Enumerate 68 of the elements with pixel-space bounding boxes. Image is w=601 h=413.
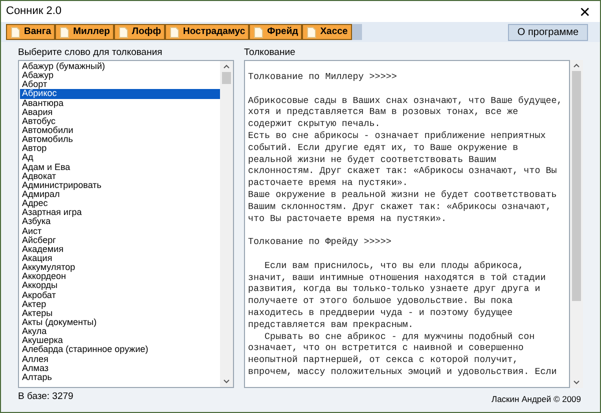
- word-list-item[interactable]: Авантюра: [20, 98, 220, 108]
- word-list-item[interactable]: Ад: [20, 153, 220, 163]
- word-list-item[interactable]: Абажур: [20, 71, 220, 80]
- dictionary-tab[interactable]: Ванга: [6, 24, 56, 40]
- word-list-item[interactable]: Аллея: [20, 354, 220, 364]
- scroll-up-icon[interactable]: [223, 64, 230, 69]
- document-icon: [254, 26, 264, 38]
- word-list-item[interactable]: Акробат: [20, 290, 220, 300]
- scroll-up-icon[interactable]: [573, 63, 580, 68]
- word-list-item[interactable]: Автомобиль: [20, 135, 220, 144]
- word-list-item[interactable]: Аккорды: [20, 281, 220, 291]
- document-icon: [11, 26, 20, 38]
- word-listbox[interactable]: [18, 60, 234, 388]
- record-count: В базе: 3279: [18, 390, 74, 404]
- interpretation-text-area[interactable]: [244, 60, 570, 388]
- word-list-item[interactable]: Аккумулятор: [20, 263, 220, 272]
- word-list-item[interactable]: Актер: [20, 300, 220, 309]
- word-list-item[interactable]: Алтарь: [20, 372, 220, 382]
- word-list-item[interactable]: Адам и Ева: [20, 162, 220, 172]
- word-list-item[interactable]: Аист: [20, 226, 220, 236]
- scrollbar[interactable]: [570, 60, 583, 388]
- interpretation-label: Толкование: [244, 47, 296, 59]
- word-list-item[interactable]: Азбука: [20, 217, 220, 227]
- interpretation-text: Если вам приснилось, что вы ели плоды абрикоса, значит, ваши интимные отношения находятся в той стадии развития, когда вы только-только узнаете друг друга и получаете от этого большое удовольствие. Вы пока находитесь в преддверии чуда - и поэтому будущее представляется вам прекрасным. Срывать во сне абрикос - для мужчины подобный сон означает, что он встретится с наивной и совершенно неопытной партнершей, от секса с которой получит, впрочем, массу положительных эмоций и удовольствия. Если: [248, 260, 558, 378]
- word-list-item[interactable]: Администрировать: [20, 180, 220, 190]
- list-label: Выберите слово для толкования: [18, 47, 164, 59]
- dictionary-tab[interactable]: Фрейд: [249, 24, 302, 40]
- word-list-item[interactable]: Автомобили: [20, 126, 220, 136]
- word-list-item[interactable]: Аборт: [20, 80, 220, 90]
- word-list-item[interactable]: Акты (документы): [20, 318, 220, 328]
- document-icon: [307, 26, 316, 38]
- word-list-item[interactable]: Алмаз: [20, 364, 220, 373]
- scroll-down-icon[interactable]: [223, 379, 230, 384]
- copyright-text: Ласкин Андрей © 2009: [492, 393, 581, 406]
- word-list-item[interactable]: Азартная игра: [20, 208, 220, 218]
- dictionary-tab[interactable]: Миллер: [55, 24, 114, 40]
- interpretation-text: Толкование по Миллеру >>>>>: [248, 71, 398, 83]
- word-list-item[interactable]: Авария: [20, 108, 220, 117]
- document-icon: [60, 26, 70, 38]
- scroll-thumb[interactable]: [222, 72, 231, 84]
- interpretation-text: Абрикосовые сады в Ваших снах означают, что Ваше будущее, хотя и представляется Вам в розовых тонах, все же содержит скрытую печаль. Есть во сне абрикосы - означает приближение неприятных событий. Если другие едят их, то Ваше окружение в реальной жизни не будет соответствовать Вашим склонностям. Друг скажет так: «Абрикосы означают, что Вы расточаете время на пустяки». Ваше окружение в реальной жизни не будет соответствовать Вашим склонностям. Друг скажет так: «Абрикосы означают, что Вы расточаете время на пустяки».: [248, 94, 564, 224]
- word-list-item[interactable]: Автор: [20, 144, 220, 154]
- word-list-item[interactable]: Адмирал: [20, 190, 220, 200]
- word-list-item[interactable]: Айсберг: [20, 236, 220, 245]
- word-list-item[interactable]: Академия: [20, 244, 220, 254]
- word-list-item[interactable]: Абажур (бумажный): [20, 62, 220, 72]
- word-list-item[interactable]: Алебарда (старинное оружие): [20, 345, 220, 354]
- word-list-item[interactable]: Автобус: [20, 116, 220, 126]
- dictionary-tab[interactable]: Хассе: [302, 24, 352, 40]
- word-list-item[interactable]: Адрес: [20, 199, 220, 208]
- interpretation-text: Толкование по Фрейду >>>>>: [248, 236, 392, 248]
- about-button[interactable]: О программе: [508, 24, 588, 40]
- document-icon: [118, 26, 128, 38]
- word-list-item[interactable]: Адвокат: [20, 172, 220, 181]
- dictionary-tab[interactable]: Лофф: [114, 24, 166, 40]
- word-list-item[interactable]: Актеры: [20, 308, 220, 318]
- word-list-item[interactable]: Акула: [20, 327, 220, 336]
- scroll-thumb[interactable]: [572, 71, 581, 301]
- word-list-item[interactable]: Акация: [20, 254, 220, 264]
- word-list-item[interactable]: Акушерка: [20, 336, 220, 346]
- dictionary-tab[interactable]: Нострадамус: [165, 24, 250, 40]
- window-title: Сонник 2.0: [6, 4, 62, 20]
- scrollbar[interactable]: [220, 61, 233, 387]
- document-icon: [170, 26, 180, 38]
- close-button[interactable]: ✕: [575, 4, 595, 18]
- word-list-item[interactable]: Абрикос: [20, 89, 220, 99]
- scroll-down-icon[interactable]: [573, 380, 580, 385]
- word-list-item[interactable]: Аккордеон: [20, 272, 220, 282]
